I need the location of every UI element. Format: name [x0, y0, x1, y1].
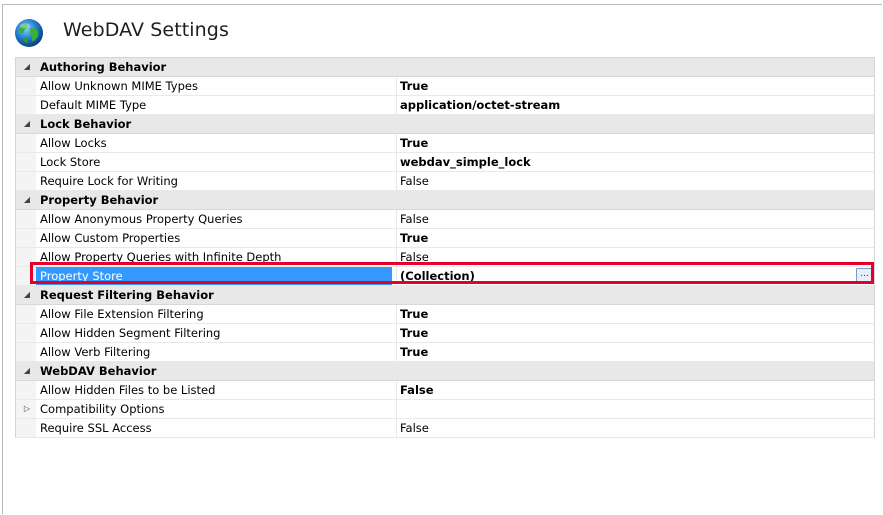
category-authoring-behavior[interactable]: ◢ Authoring Behavior	[16, 58, 874, 77]
property-row-allow-unknown-mime-types[interactable]: Allow Unknown MIME Types True	[16, 77, 874, 96]
category-request-filtering-behavior[interactable]: ◢ Request Filtering Behavior	[16, 286, 874, 305]
property-name[interactable]: Allow Anonymous Property Queries	[40, 210, 392, 228]
category-webdav-behavior[interactable]: ◢ WebDAV Behavior	[16, 362, 874, 381]
property-name[interactable]: Require Lock for Writing	[40, 172, 392, 190]
row-gutter	[16, 324, 36, 342]
category-lock-behavior[interactable]: ◢ Lock Behavior	[16, 115, 874, 134]
property-value[interactable]: webdav_simple_lock	[396, 153, 874, 171]
category-label: WebDAV Behavior	[40, 364, 157, 378]
row-gutter	[16, 172, 36, 190]
property-row-allow-hidden-files-to-be-listed[interactable]: Allow Hidden Files to be Listed False	[16, 381, 874, 400]
property-row-allow-anonymous-property-queries[interactable]: Allow Anonymous Property Queries False	[16, 210, 874, 229]
property-value[interactable]: False	[396, 210, 874, 228]
property-value[interactable]: True	[396, 77, 874, 95]
property-value[interactable]: True	[396, 305, 874, 323]
property-row-lock-store[interactable]: Lock Store webdav_simple_lock	[16, 153, 874, 172]
row-gutter	[16, 96, 36, 114]
category-label: Property Behavior	[40, 193, 159, 207]
collection-editor-button[interactable]: ...	[856, 268, 873, 284]
property-name[interactable]: Default MIME Type	[40, 96, 392, 114]
property-row-default-mime-type[interactable]: Default MIME Type application/octet-strea…	[16, 96, 874, 115]
property-name[interactable]: Lock Store	[40, 153, 392, 171]
expanded-triangle-icon[interactable]: ◢	[21, 58, 33, 76]
page-header: WebDAV Settings	[13, 15, 873, 55]
row-gutter	[16, 381, 36, 399]
property-value[interactable]: True	[396, 229, 874, 247]
category-property-behavior[interactable]: ◢ Property Behavior	[16, 191, 874, 210]
row-gutter	[16, 229, 36, 247]
property-value[interactable]: True	[396, 343, 874, 361]
row-gutter	[16, 419, 36, 437]
property-name[interactable]: Property Store	[36, 267, 392, 285]
property-value[interactable]: False	[396, 419, 874, 437]
page-title: WebDAV Settings	[63, 19, 229, 41]
category-label: Authoring Behavior	[40, 60, 167, 74]
property-row-require-ssl-access[interactable]: Require SSL Access False	[16, 419, 874, 438]
property-row-allow-custom-properties[interactable]: Allow Custom Properties True	[16, 229, 874, 248]
property-name[interactable]: Require SSL Access	[40, 419, 392, 437]
row-gutter	[16, 210, 36, 228]
property-name[interactable]: Compatibility Options	[40, 400, 392, 418]
property-row-allow-locks[interactable]: Allow Locks True	[16, 134, 874, 153]
category-label: Request Filtering Behavior	[40, 288, 214, 302]
property-row-allow-file-extension-filtering[interactable]: Allow File Extension Filtering True	[16, 305, 874, 324]
property-value[interactable]: application/octet-stream	[396, 96, 874, 114]
property-name[interactable]: Allow Hidden Files to be Listed	[40, 381, 392, 399]
row-gutter	[16, 134, 36, 152]
property-name[interactable]: Allow File Extension Filtering	[40, 305, 392, 323]
property-grid: ◢ Authoring Behavior Allow Unknown MIME Ty…	[15, 57, 875, 438]
row-gutter	[16, 153, 36, 171]
collapsed-triangle-icon[interactable]: ▷	[21, 400, 33, 418]
property-row-compatibility-options[interactable]: ▷ Compatibility Options	[16, 400, 874, 419]
property-row-allow-verb-filtering[interactable]: Allow Verb Filtering True	[16, 343, 874, 362]
property-row-require-lock-for-writing[interactable]: Require Lock for Writing False	[16, 172, 874, 191]
property-value[interactable]	[396, 400, 874, 418]
property-value[interactable]: True	[396, 324, 874, 342]
property-value[interactable]: True	[396, 134, 874, 152]
expanded-triangle-icon[interactable]: ◢	[21, 286, 33, 304]
row-gutter	[16, 267, 36, 285]
expanded-triangle-icon[interactable]: ◢	[21, 362, 33, 380]
property-row-allow-property-queries-with-infinite-depth[interactable]: Allow Property Queries with Infinite Dep…	[16, 248, 874, 267]
property-name[interactable]: Allow Hidden Segment Filtering	[40, 324, 392, 342]
property-name[interactable]: Allow Unknown MIME Types	[40, 77, 392, 95]
property-row-allow-hidden-segment-filtering[interactable]: Allow Hidden Segment Filtering True	[16, 324, 874, 343]
property-value[interactable]: False	[396, 248, 874, 266]
property-name[interactable]: Allow Verb Filtering	[40, 343, 392, 361]
row-gutter	[16, 343, 36, 361]
property-name[interactable]: Allow Property Queries with Infinite Dep…	[40, 248, 392, 266]
expanded-triangle-icon[interactable]: ◢	[21, 115, 33, 133]
property-value[interactable]: False	[396, 172, 874, 190]
globe-icon	[15, 19, 43, 47]
row-gutter	[16, 248, 36, 266]
property-value[interactable]: (Collection)	[396, 267, 874, 285]
property-name[interactable]: Allow Locks	[40, 134, 392, 152]
property-row-property-store[interactable]: Property Store (Collection)...	[16, 267, 874, 286]
row-gutter	[16, 305, 36, 323]
category-label: Lock Behavior	[40, 117, 132, 131]
grid-empty-area	[15, 437, 873, 515]
expanded-triangle-icon[interactable]: ◢	[21, 191, 33, 209]
property-name[interactable]: Allow Custom Properties	[40, 229, 392, 247]
property-value[interactable]: False	[396, 381, 874, 399]
row-gutter	[16, 77, 36, 95]
